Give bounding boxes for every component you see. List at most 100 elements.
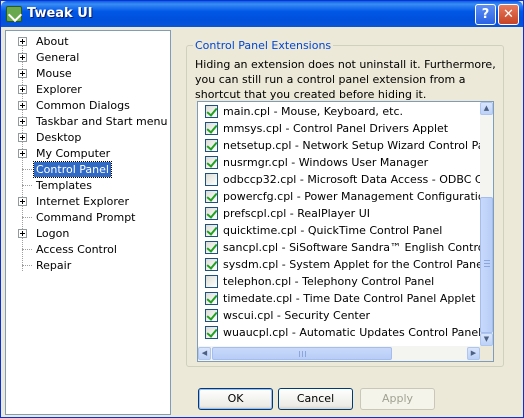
extension-row[interactable]: timedate.cpl - Time Date Control Panel A… bbox=[198, 290, 480, 307]
tree-item-label[interactable]: Desktop bbox=[34, 130, 83, 145]
expand-plus-icon[interactable] bbox=[18, 197, 27, 206]
tree-item-label[interactable]: Repair bbox=[34, 258, 73, 273]
tree-item-label[interactable]: Command Prompt bbox=[34, 210, 138, 225]
expand-plus-icon[interactable] bbox=[18, 149, 27, 158]
vertical-scroll-thumb[interactable] bbox=[480, 197, 493, 333]
cancel-button[interactable]: Cancel bbox=[278, 388, 353, 410]
horizontal-scroll-thumb[interactable] bbox=[212, 347, 392, 360]
extension-checkbox[interactable] bbox=[205, 275, 218, 288]
tree-item[interactable]: Common Dialogs bbox=[6, 97, 170, 113]
extension-checkbox[interactable] bbox=[205, 224, 218, 237]
extension-row[interactable]: telephon.cpl - Telephony Control Panel bbox=[198, 273, 480, 290]
tree-item[interactable]: Mouse bbox=[6, 65, 170, 81]
extension-checkbox[interactable] bbox=[205, 190, 218, 203]
tree-item-label[interactable]: Control Panel bbox=[33, 161, 112, 178]
expand-plus-icon[interactable] bbox=[18, 101, 27, 110]
extension-row[interactable]: sancpl.cpl - SiSoftware Sandra™ English … bbox=[198, 239, 493, 256]
close-button[interactable]: ✕ bbox=[498, 4, 519, 25]
extension-label: wscui.cpl - Security Center bbox=[223, 309, 371, 322]
extension-checkbox[interactable] bbox=[205, 241, 218, 254]
tree-leaf-connector bbox=[22, 265, 32, 266]
extension-row[interactable]: main.cpl - Mouse, Keyboard, etc. bbox=[198, 103, 480, 120]
category-tree[interactable]: About General Mouse Explorer Common Dialogs T… bbox=[5, 30, 171, 415]
tree-item[interactable]: Command Prompt bbox=[6, 209, 170, 225]
tree-item[interactable]: Access Control bbox=[6, 241, 170, 257]
tweak-ui-window: Tweak UI ? ✕ About General Mouse Explorer Co… bbox=[0, 0, 524, 418]
extension-row[interactable]: powercfg.cpl - Power Management Configur… bbox=[198, 188, 493, 205]
tree-item-label[interactable]: About bbox=[34, 34, 71, 49]
tweak-ui-app-icon bbox=[6, 6, 22, 22]
tree-item[interactable]: About bbox=[6, 33, 170, 49]
tree-item[interactable]: General bbox=[6, 49, 170, 65]
extension-row[interactable]: prefscpl.cpl - RealPlayer UI bbox=[198, 205, 480, 222]
extension-checkbox[interactable] bbox=[205, 258, 218, 271]
tree-item[interactable]: Templates bbox=[6, 177, 170, 193]
extension-label: wuaucpl.cpl - Automatic Updates Control … bbox=[223, 326, 482, 339]
apply-button[interactable]: Apply bbox=[360, 388, 435, 410]
tree-item[interactable]: Desktop bbox=[6, 129, 170, 145]
extension-checkbox[interactable] bbox=[205, 309, 218, 322]
scrollbar-corner bbox=[480, 346, 493, 361]
extension-label: sancpl.cpl - SiSoftware Sandra™ English … bbox=[223, 241, 494, 254]
tree-item[interactable]: Control Panel bbox=[6, 161, 170, 178]
tree-item-label[interactable]: My Computer bbox=[34, 146, 112, 161]
tree-item[interactable]: Repair bbox=[6, 257, 170, 273]
expand-plus-icon[interactable] bbox=[18, 133, 27, 142]
extension-row[interactable]: wuaucpl.cpl - Automatic Updates Control … bbox=[198, 324, 482, 341]
tree-item[interactable]: My Computer bbox=[6, 145, 170, 161]
tree-item[interactable]: Explorer bbox=[6, 81, 170, 97]
extension-checkbox[interactable] bbox=[205, 122, 218, 135]
tree-item-label[interactable]: Logon bbox=[34, 226, 71, 241]
ok-button[interactable]: OK bbox=[198, 388, 273, 410]
tree-item[interactable]: Logon bbox=[6, 225, 170, 241]
extension-row[interactable]: quicktime.cpl - QuickTime Control Panel bbox=[198, 222, 480, 239]
extension-label: netsetup.cpl - Network Setup Wizard Cont… bbox=[223, 139, 494, 152]
extension-label: timedate.cpl - Time Date Control Panel A… bbox=[223, 292, 476, 305]
expand-plus-icon[interactable] bbox=[18, 37, 27, 46]
extension-row[interactable]: netsetup.cpl - Network Setup Wizard Cont… bbox=[198, 137, 493, 154]
tree-item-label[interactable]: Explorer bbox=[34, 82, 84, 97]
tree-leaf-connector bbox=[22, 249, 32, 250]
description-text: Hiding an extension does not uninstall i… bbox=[195, 58, 496, 101]
extension-checkbox[interactable] bbox=[205, 173, 218, 186]
extension-checkbox[interactable] bbox=[205, 207, 218, 220]
tree-item-label[interactable]: General bbox=[34, 50, 81, 65]
tree-item[interactable]: Taskbar and Start menu bbox=[6, 113, 170, 129]
tree-item-label[interactable]: Mouse bbox=[34, 66, 74, 81]
extension-label: odbccp32.cpl - Microsoft Data Access - O… bbox=[223, 173, 494, 186]
vertical-scrollbar[interactable]: ▲ ▼ bbox=[480, 102, 493, 346]
scroll-left-button[interactable]: ◀ bbox=[198, 347, 211, 360]
tree-item-label[interactable]: Access Control bbox=[34, 242, 119, 257]
expand-plus-icon[interactable] bbox=[18, 117, 27, 126]
tree-item[interactable]: Internet Explorer bbox=[6, 193, 170, 209]
extension-checkbox[interactable] bbox=[205, 139, 218, 152]
thumb-grip bbox=[484, 260, 490, 261]
extension-checkbox[interactable] bbox=[205, 292, 218, 305]
help-button[interactable]: ? bbox=[475, 4, 496, 25]
expand-plus-icon[interactable] bbox=[18, 53, 27, 62]
extension-row[interactable]: nusrmgr.cpl - Windows User Manager bbox=[198, 154, 480, 171]
tree-item-label[interactable]: Internet Explorer bbox=[34, 194, 131, 209]
extension-row[interactable]: wscui.cpl - Security Center bbox=[198, 307, 480, 324]
extension-row[interactable]: odbccp32.cpl - Microsoft Data Access - O… bbox=[198, 171, 493, 188]
expand-plus-icon[interactable] bbox=[18, 229, 27, 238]
expand-plus-icon[interactable] bbox=[18, 69, 27, 78]
extension-label: telephon.cpl - Telephony Control Panel bbox=[223, 275, 435, 288]
extension-checkbox[interactable] bbox=[205, 156, 218, 169]
scroll-down-button[interactable]: ▼ bbox=[480, 333, 493, 346]
expand-plus-icon[interactable] bbox=[18, 85, 27, 94]
tree-item-label[interactable]: Templates bbox=[34, 178, 94, 193]
extension-checkbox[interactable] bbox=[205, 326, 218, 339]
scroll-up-button[interactable]: ▲ bbox=[480, 102, 493, 115]
horizontal-scrollbar[interactable]: ◀ ▶ bbox=[198, 346, 480, 361]
extension-row[interactable]: mmsys.cpl - Control Panel Drivers Applet bbox=[198, 120, 480, 137]
tree-leaf-connector bbox=[22, 185, 32, 186]
tree-item-label[interactable]: Common Dialogs bbox=[34, 98, 132, 113]
extension-label: sysdm.cpl - System Applet for the Contro… bbox=[223, 258, 486, 271]
tree-item-label[interactable]: Taskbar and Start menu bbox=[34, 114, 169, 129]
extensions-list[interactable]: wuaucpl.cpl - Automatic Updates Control … bbox=[197, 101, 494, 362]
title-bar[interactable]: Tweak UI ? ✕ bbox=[1, 1, 523, 27]
scroll-right-button[interactable]: ▶ bbox=[467, 347, 480, 360]
extension-row[interactable]: sysdm.cpl - System Applet for the Contro… bbox=[198, 256, 486, 273]
extension-checkbox[interactable] bbox=[205, 105, 218, 118]
